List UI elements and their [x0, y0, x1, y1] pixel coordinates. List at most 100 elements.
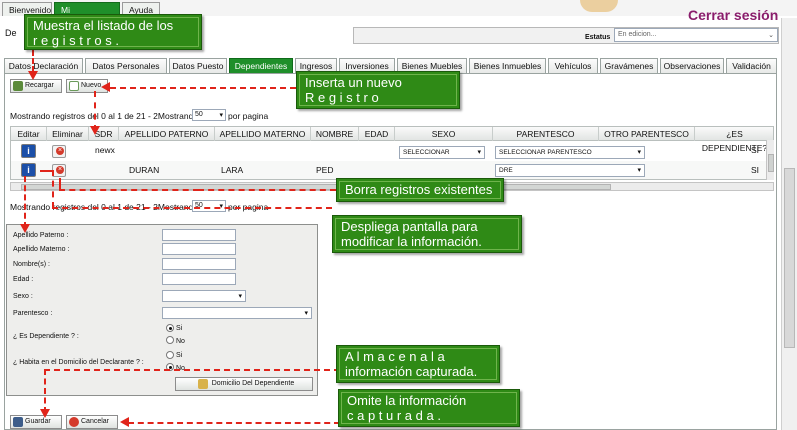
sexo-select[interactable]: SELECCIONAR ▾ — [399, 146, 485, 159]
cancel-button[interactable]: Cancelar — [66, 415, 118, 429]
col-otro-parentesco[interactable]: OTRO PARENTESCO — [599, 127, 695, 141]
per-page-label-top: por pagina — [228, 111, 269, 121]
parentesco-select[interactable]: SELECCIONAR PARENTESCO ▾ — [495, 146, 645, 159]
grid-header: Editar Eliminar SDR APELLIDO PATERNO APE… — [11, 127, 773, 153]
page-title: De — [5, 28, 17, 38]
callout-text: Omite la información — [347, 393, 467, 408]
label-apellido-paterno: Apellido Paterno : — [13, 232, 69, 239]
arrow-down-icon — [40, 409, 50, 418]
annotation-line — [40, 170, 52, 172]
annotation-line — [44, 369, 340, 371]
parentesco-form-select[interactable]: ▾ — [162, 307, 312, 319]
callout-inserta: Inserta un nuevo R e g i s t r o — [296, 71, 460, 109]
callout-omite: Omite la información c a p t u r a d a . — [338, 389, 520, 427]
sexo-form-select[interactable]: ▾ — [162, 290, 246, 302]
cell-es-dependiente: SI — [751, 165, 760, 175]
callout-text: Borra registros existentes — [345, 182, 493, 197]
edit-info-icon[interactable]: i — [21, 144, 36, 158]
col-edad[interactable]: EDAD — [359, 127, 395, 141]
logout-link[interactable]: Cerrar sesión — [688, 7, 778, 23]
reload-button[interactable]: Recargar — [10, 79, 62, 93]
col-editar[interactable]: Editar — [11, 127, 47, 141]
domicilio-dependiente-button[interactable]: Domicilio Del Dependiente — [175, 377, 313, 391]
cell-nombre: PED — [316, 165, 334, 175]
chevron-down-icon: ▾ — [238, 293, 242, 300]
status-select[interactable]: En edicion... ⌄ — [614, 28, 778, 42]
dependents-grid: Editar Eliminar SDR APELLIDO PATERNO APE… — [10, 126, 774, 180]
annotation-line — [44, 369, 46, 413]
apellido-paterno-input[interactable] — [162, 229, 236, 241]
chevron-down-icon: ⌄ — [768, 32, 774, 39]
tab-observaciones[interactable]: Observaciones — [660, 58, 724, 74]
page-size-value: 50 — [195, 111, 203, 118]
annotation-line — [52, 207, 332, 209]
tab-datos-puesto[interactable]: Datos Puesto — [169, 58, 227, 74]
es-dependiente-no-radio[interactable] — [166, 336, 174, 344]
chevron-down-icon: ▾ — [637, 167, 641, 174]
es-dependiente-si-label: Si — [176, 325, 183, 332]
col-parentesco[interactable]: PARENTESCO — [493, 127, 599, 141]
cancel-label: Cancelar — [81, 418, 110, 425]
annotation-line — [59, 189, 199, 191]
cell-apellido-materno: LARA — [221, 165, 244, 175]
save-button[interactable]: Guardar — [10, 415, 62, 429]
annotation-line — [198, 189, 336, 191]
tab-bienes-inmuebles[interactable]: Bienes Inmuebles — [469, 58, 546, 74]
apellido-materno-input[interactable] — [162, 243, 236, 255]
reload-label: Recargar — [25, 82, 54, 89]
scroll-thumb[interactable] — [784, 168, 795, 348]
callout-text: R e g i s t r o — [305, 90, 379, 105]
chevron-down-icon: ▾ — [637, 149, 641, 156]
callout-text: c a p t u r a d a . — [347, 408, 441, 423]
habita-si-radio[interactable] — [166, 351, 174, 359]
label-nombres: Nombre(s) : — [13, 261, 50, 268]
seal-logo — [580, 0, 618, 12]
annotation-line — [128, 422, 340, 424]
callout-text: Muestra el listado de los — [33, 18, 174, 33]
tab-datos-declaracion[interactable]: Datos Declaración — [4, 58, 83, 74]
grid-vertical-scrollbar[interactable] — [766, 140, 774, 180]
save-label: Guardar — [25, 418, 51, 425]
tab-validacion[interactable]: Validación — [726, 58, 777, 74]
col-eliminar[interactable]: Eliminar — [47, 127, 89, 141]
parentesco-select-value: DRE — [499, 167, 513, 174]
tab-gravamenes[interactable]: Gravámenes — [600, 58, 658, 74]
col-sexo[interactable]: SEXO — [395, 127, 493, 141]
callout-text: modificar la información. — [341, 234, 482, 249]
label-parentesco: Parentesco : — [13, 310, 53, 317]
arrow-down-icon — [20, 224, 30, 233]
es-dependiente-no-label: No — [176, 338, 185, 345]
callout-text: r e g i s t r o s . — [33, 33, 119, 48]
edit-info-icon[interactable]: i — [21, 163, 36, 177]
annotation-line — [110, 87, 296, 89]
floppy-disk-icon — [13, 417, 23, 427]
cell-apellido-paterno: DURAN — [129, 165, 160, 175]
parentesco-select[interactable]: DRE ▾ — [495, 164, 645, 177]
tab-dependientes[interactable]: Dependientes — [229, 58, 293, 74]
col-apellido-materno[interactable]: APELLIDO MATERNO — [215, 127, 311, 141]
scroll-thumb[interactable] — [768, 154, 774, 172]
page-scrollbar[interactable] — [781, 18, 797, 430]
col-es-dependiente[interactable]: ¿ES DEPENDIENTE? — [695, 127, 773, 153]
annotation-line — [32, 50, 34, 72]
delete-icon[interactable] — [52, 145, 66, 158]
es-dependiente-si-radio[interactable] — [166, 324, 174, 332]
chevron-down-icon: ▾ — [219, 112, 223, 119]
label-habita-domicilio: ¿ Habita en el Domicilio del Declarante … — [13, 359, 144, 366]
nombres-input[interactable] — [162, 258, 236, 270]
col-apellido-paterno[interactable]: APELLIDO PATERNO — [119, 127, 215, 141]
tab-datos-personales[interactable]: Datos Personales — [85, 58, 167, 74]
parentesco-select-value: SELECCIONAR PARENTESCO — [499, 149, 592, 156]
chevron-down-icon: ▾ — [477, 149, 481, 156]
arrow-left-icon — [101, 82, 110, 92]
tab-vehiculos[interactable]: Vehículos — [548, 58, 598, 74]
new-document-icon — [69, 81, 79, 91]
edad-input[interactable] — [162, 273, 236, 285]
table-row: i newx SELECCIONAR ▾ SELECCIONAR PARENTES… — [11, 142, 773, 161]
delete-icon[interactable] — [52, 164, 66, 177]
callout-text: Inserta un nuevo — [305, 75, 402, 90]
callout-text: A l m a c e n a l a — [345, 349, 445, 364]
col-nombre[interactable]: NOMBRE — [311, 127, 359, 141]
page-size-select-top[interactable]: 50 ▾ — [192, 109, 226, 121]
page-size-select-bottom[interactable]: 50 ▾ — [192, 200, 226, 212]
